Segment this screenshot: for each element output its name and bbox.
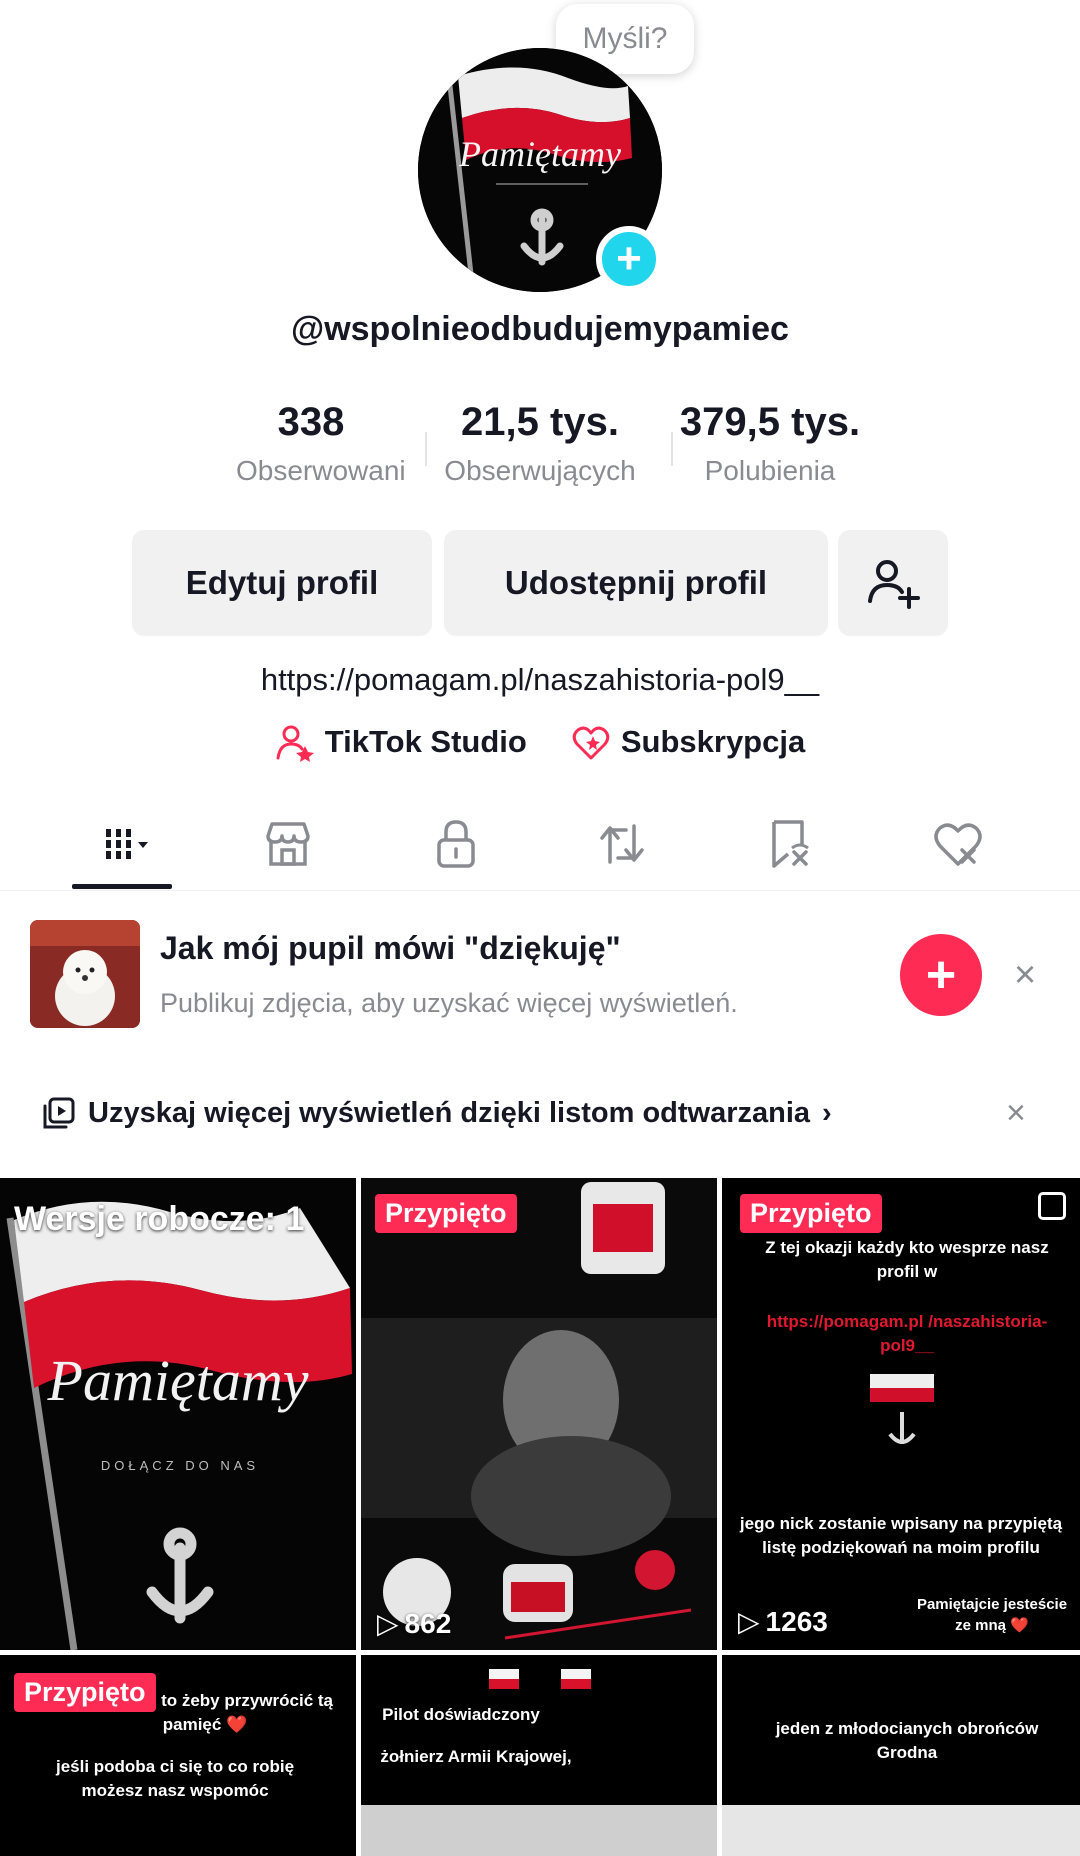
subscription-label: Subskrypcja — [620, 724, 806, 759]
thought-prompt-text: Myśli? — [582, 22, 668, 55]
playlist-close-icon[interactable]: × — [1006, 1094, 1026, 1133]
tab-shop[interactable] — [228, 800, 348, 888]
stat-followers-value: 21,5 tys. — [461, 400, 619, 444]
drafts-label: Wersje robocze: 1 — [14, 1200, 305, 1238]
play-icon: ▷ — [738, 1606, 760, 1637]
pinned-badge: Przypięto — [740, 1194, 882, 1233]
video-caption-bottom: jeśli podoba ci się to co robię możesz n… — [55, 1757, 295, 1800]
stat-following[interactable]: 338 Obserwowani — [236, 400, 406, 487]
draft-logo-text: Pamiętamy — [47, 1348, 309, 1413]
lock-icon — [437, 820, 475, 868]
flags-emoji — [489, 1669, 591, 1689]
draft-cover: Pamiętamy DOŁĄCZ DO NAS — [0, 1178, 356, 1650]
tab-liked[interactable] — [898, 800, 1018, 888]
view-count-value: 862 — [404, 1607, 452, 1639]
studio-label: TikTok Studio — [324, 724, 527, 759]
subscription-link[interactable]: Subskrypcja — [571, 722, 805, 762]
stat-following-value: 338 — [277, 400, 345, 444]
promo-thumbnail — [30, 920, 140, 1028]
stat-likes-label: Polubienia — [704, 455, 836, 486]
add-story-button[interactable]: + — [596, 226, 662, 292]
add-friends-icon — [868, 560, 920, 609]
video-caption-bottom: jego nick zostanie wpisany na przypiętą … — [739, 1514, 1063, 1557]
tab-private[interactable] — [396, 800, 516, 888]
promo-close-icon[interactable]: × — [1014, 954, 1036, 997]
play-icon: ▷ — [377, 1608, 399, 1639]
multi-photo-icon — [1038, 1192, 1066, 1220]
video-tile[interactable]: jestem po to żeby przywrócić tą pamięć ❤… — [0, 1655, 356, 1856]
tiktok-studio-link[interactable]: TikTok Studio — [275, 722, 527, 762]
pinned-badge: Przypięto — [14, 1673, 156, 1712]
avatar-logo-text: Pamiętamy — [458, 134, 621, 174]
studio-icon — [276, 725, 314, 762]
video-caption-top: Z tej okazji każdy kto wesprze nasz prof… — [765, 1238, 1049, 1281]
video-tile[interactable]: jeden z młodocianych obrońców Grodna — [722, 1655, 1080, 1856]
playlist-prompt[interactable]: Uzyskaj więcej wyświetleń dzięki listom … — [42, 1096, 832, 1130]
view-count: ▷ 862 — [377, 1607, 451, 1640]
video-caption-top: Pilot doświadczony — [382, 1705, 540, 1724]
chevron-right-icon: › — [822, 1096, 832, 1129]
tab-videos[interactable] — [68, 800, 188, 888]
tab-favorites[interactable] — [730, 800, 850, 888]
tab-active-indicator — [72, 884, 172, 889]
stat-likes[interactable]: 379,5 tys. Polubienia — [670, 400, 870, 487]
view-count: ▷ 1263 — [738, 1605, 828, 1638]
video-link-text: https://pomagam.pl /naszahistoria-pol9__ — [766, 1312, 1048, 1355]
pinned-badge: Przypięto — [375, 1194, 517, 1233]
tabs-divider — [0, 890, 1080, 891]
video-tile[interactable]: Pilot doświadczony żołnierz Armii Krajow… — [361, 1655, 717, 1856]
playlist-icon — [43, 1097, 75, 1129]
share-profile-button[interactable]: Udostępnij profil — [444, 530, 828, 636]
bio-link[interactable]: https://pomagam.pl/naszahistoria-pol9__ — [0, 662, 1080, 698]
video-caption: jeden z młodocianych obrońców Grodna — [775, 1719, 1039, 1762]
username: @wspolnieodbudujemypamiec — [291, 310, 789, 348]
stat-following-label: Obserwowani — [236, 455, 406, 486]
drafts-tile[interactable]: Pamiętamy DOŁĄCZ DO NAS Wersje robocze: … — [0, 1178, 356, 1650]
video-photo-strip — [361, 1805, 717, 1856]
grid-icon — [106, 829, 148, 859]
pet-photo — [30, 920, 140, 1028]
heart-icon — [934, 823, 982, 866]
promo-subtitle: Publikuj zdjęcia, aby uzyskać więcej wyś… — [160, 988, 738, 1018]
video-caption-end: Pamiętajcie jesteście ze mną ❤️ — [916, 1596, 1068, 1634]
stat-followers-label: Obserwujących — [444, 455, 636, 486]
stat-followers[interactable]: 21,5 tys. Obserwujących — [424, 400, 656, 487]
video-thumbnail — [361, 1178, 717, 1650]
video-tile[interactable]: Przypięto ▷ 862 — [361, 1178, 717, 1650]
subscription-icon — [572, 726, 610, 760]
video-tile[interactable]: Z tej okazji każdy kto wesprze nasz prof… — [722, 1178, 1080, 1650]
stat-likes-value: 379,5 tys. — [679, 400, 861, 444]
view-count-value: 1263 — [765, 1605, 828, 1637]
playlist-prompt-text: Uzyskaj więcej wyświetleń dzięki listom … — [88, 1096, 811, 1129]
video-emblem — [870, 1374, 934, 1444]
video-caption-bottom: żołnierz Armii Krajowej, — [380, 1747, 572, 1766]
repost-icon — [600, 824, 644, 864]
draft-logo-subtitle: DOŁĄCZ DO NAS — [101, 1458, 259, 1473]
promo-add-button[interactable]: + — [900, 934, 982, 1016]
promo-title: Jak mój pupil mówi "dziękuję" — [160, 930, 621, 966]
edit-profile-button[interactable]: Edytuj profil — [132, 530, 432, 636]
bookmark-icon — [772, 820, 809, 868]
add-friends-button[interactable] — [838, 530, 948, 636]
tab-reposts[interactable] — [562, 800, 682, 888]
shop-icon — [266, 822, 310, 866]
video-grid: Pamiętamy DOŁĄCZ DO NAS Wersje robocze: … — [0, 1178, 1080, 1856]
video-photo-strip — [722, 1805, 1080, 1856]
